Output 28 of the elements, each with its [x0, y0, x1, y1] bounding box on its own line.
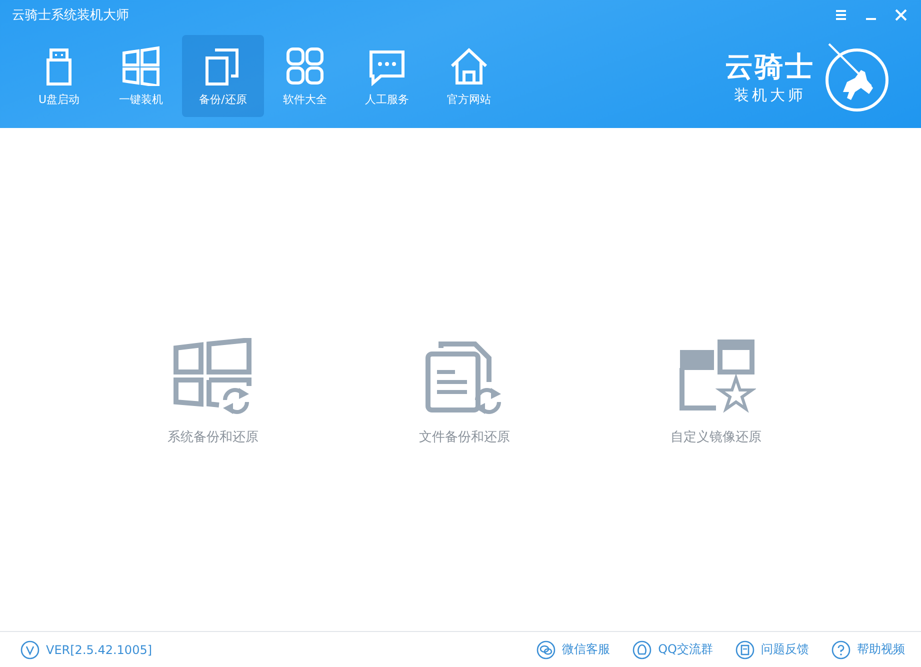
- nav-tab[interactable]: 一键装机: [100, 35, 182, 117]
- nav-tab[interactable]: 软件大全: [264, 35, 346, 117]
- version-icon: [20, 640, 40, 660]
- logo-name: 云骑士: [725, 49, 815, 85]
- grid-icon: [285, 46, 325, 86]
- penguin-icon[interactable]: [632, 640, 652, 660]
- version-text: VER[2.5.42.1005]: [46, 642, 152, 656]
- logo-subtitle: 装机大师: [734, 86, 806, 105]
- menu-icon[interactable]: [833, 7, 849, 23]
- windows-icon: [121, 46, 161, 86]
- nav-tab[interactable]: 官方网站: [428, 35, 510, 117]
- footer-link[interactable]: QQ交流群: [658, 641, 713, 658]
- footer-link[interactable]: 问题反馈: [761, 641, 809, 658]
- close-icon[interactable]: [893, 7, 909, 23]
- nav-tab[interactable]: 备份/还原: [182, 35, 264, 117]
- house-icon: [449, 46, 489, 86]
- footer-link[interactable]: 帮助视频: [857, 641, 905, 658]
- nav-tab[interactable]: 人工服务: [346, 35, 428, 117]
- option-label[interactable]: 文件备份和还原: [419, 428, 510, 446]
- nav-tab[interactable]: U盘启动: [18, 35, 100, 117]
- windows-sync-icon[interactable]: [173, 338, 253, 416]
- chat-bubbles-icon[interactable]: [536, 640, 556, 660]
- option-label[interactable]: 自定义镜像还原: [670, 428, 762, 446]
- window-title: 云骑士系统装机大师: [12, 7, 129, 24]
- note-icon[interactable]: [735, 640, 755, 660]
- footer-link[interactable]: 微信客服: [562, 641, 610, 658]
- option-label[interactable]: 系统备份和还原: [168, 428, 258, 446]
- help-icon[interactable]: [831, 640, 851, 660]
